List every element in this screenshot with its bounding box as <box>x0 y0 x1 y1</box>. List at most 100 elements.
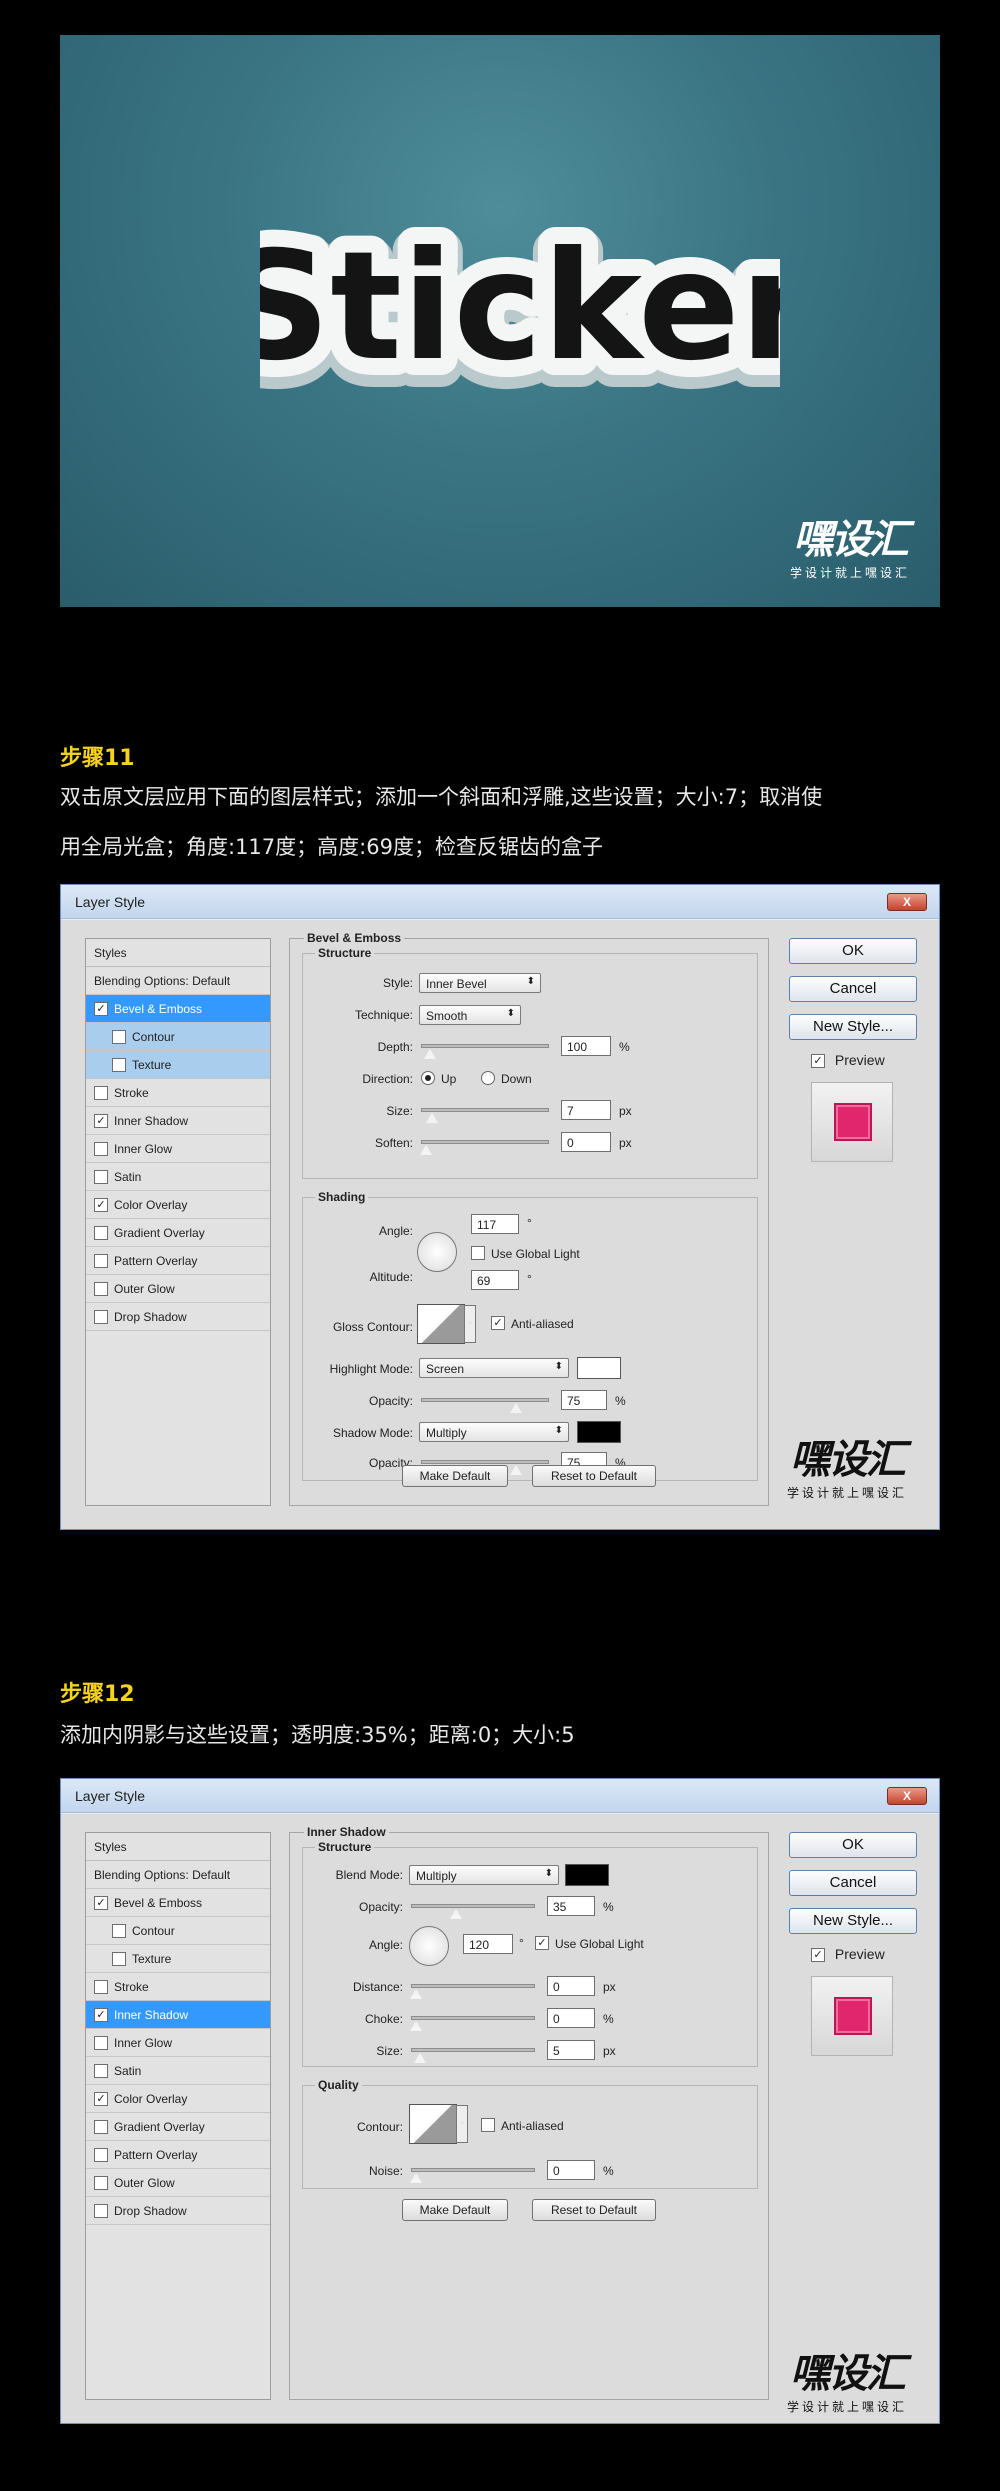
style-item-inner-shadow[interactable]: ✓ Inner Shadow <box>86 2001 270 2029</box>
blend-mode-select[interactable]: Multiply ⬍ <box>409 1865 559 1885</box>
checkbox-icon[interactable] <box>94 1309 108 1324</box>
highlight-opacity-slider[interactable] <box>421 1398 549 1414</box>
technique-select[interactable]: Smooth ⬍ <box>419 1005 521 1025</box>
style-item-gradient-overlay[interactable]: Gradient Overlay <box>86 2113 270 2141</box>
checkbox-icon[interactable]: ✓ <box>94 2007 108 2022</box>
angle-input[interactable]: 120 <box>463 1934 513 1954</box>
style-item-inner-shadow[interactable]: ✓ Inner Shadow <box>86 1107 270 1135</box>
checkbox-icon[interactable] <box>94 1225 108 1240</box>
use-global-light-checkbox[interactable] <box>471 1246 485 1260</box>
style-item-bevel[interactable]: ✓ Bevel & Emboss <box>86 1889 270 1917</box>
checkbox-icon[interactable] <box>94 2063 108 2078</box>
checkbox-icon[interactable]: ✓ <box>94 1001 108 1016</box>
angle-dial[interactable] <box>417 1232 457 1272</box>
style-item-color-overlay[interactable]: ✓ Color Overlay <box>86 2085 270 2113</box>
noise-input[interactable]: 0 <box>547 2160 595 2180</box>
style-item-contour[interactable]: Contour <box>86 1023 270 1051</box>
checkbox-icon[interactable] <box>94 1253 108 1268</box>
ok-button[interactable]: OK <box>789 938 917 964</box>
cancel-button[interactable]: Cancel <box>789 976 917 1002</box>
checkbox-icon[interactable]: ✓ <box>94 2091 108 2106</box>
checkbox-icon[interactable] <box>94 1085 108 1100</box>
checkbox-icon[interactable] <box>94 2035 108 2050</box>
depth-input[interactable]: 100 <box>561 1036 611 1056</box>
style-item-texture[interactable]: Texture <box>86 1051 270 1079</box>
style-item-drop-shadow[interactable]: Drop Shadow <box>86 2197 270 2225</box>
anti-aliased-checkbox[interactable] <box>481 2118 495 2132</box>
style-item-color-overlay[interactable]: ✓ Color Overlay <box>86 1191 270 1219</box>
blending-options[interactable]: Blending Options: Default <box>86 1861 270 1889</box>
shadow-color-swatch[interactable] <box>577 1421 621 1443</box>
choke-slider[interactable] <box>409 2016 535 2032</box>
ok-button[interactable]: OK <box>789 1832 917 1858</box>
reset-default-button[interactable]: Reset to Default <box>532 2199 656 2221</box>
chevron-down-icon[interactable]: ▾ <box>456 2105 468 2143</box>
direction-up-radio[interactable] <box>421 1071 435 1085</box>
preview-toggle[interactable]: ✓ Preview <box>811 1946 885 1963</box>
slider-thumb[interactable] <box>509 1464 523 1476</box>
slider-thumb[interactable] <box>409 2020 423 2032</box>
close-button[interactable]: X <box>887 1787 927 1805</box>
checkbox-icon[interactable] <box>94 2147 108 2162</box>
checkbox-icon[interactable]: ✓ <box>94 1895 108 1910</box>
choke-input[interactable]: 0 <box>547 2008 595 2028</box>
size-input[interactable]: 7 <box>561 1100 611 1120</box>
highlight-color-swatch[interactable] <box>577 1357 621 1379</box>
checkbox-icon[interactable]: ✓ <box>94 1197 108 1212</box>
use-global-light-checkbox[interactable]: ✓ <box>535 1936 549 1950</box>
slider-thumb[interactable] <box>509 1402 523 1414</box>
checkbox-icon[interactable]: ✓ <box>811 1948 825 1963</box>
checkbox-icon[interactable] <box>112 1951 126 1966</box>
checkbox-icon[interactable] <box>112 1029 126 1044</box>
chevron-down-icon[interactable]: ▾ <box>464 1305 476 1343</box>
checkbox-icon[interactable] <box>94 1169 108 1184</box>
style-item-inner-glow[interactable]: Inner Glow <box>86 2029 270 2057</box>
direction-down-radio[interactable] <box>481 1071 495 1085</box>
preview-toggle[interactable]: ✓ Preview <box>811 1052 885 1069</box>
styles-header[interactable]: Styles <box>86 939 270 967</box>
anti-aliased-checkbox[interactable]: ✓ <box>491 1316 505 1330</box>
slider-thumb[interactable] <box>419 1144 433 1156</box>
new-style-button[interactable]: New Style... <box>789 1014 917 1040</box>
altitude-input[interactable]: 69 <box>471 1270 519 1290</box>
style-item-inner-glow[interactable]: Inner Glow <box>86 1135 270 1163</box>
cancel-button[interactable]: Cancel <box>789 1870 917 1896</box>
checkbox-icon[interactable]: ✓ <box>811 1054 825 1069</box>
size-slider[interactable] <box>421 1108 549 1124</box>
soften-slider[interactable] <box>419 1140 549 1156</box>
highlight-mode-select[interactable]: Screen ⬍ <box>419 1358 569 1378</box>
slider-thumb[interactable] <box>425 1112 439 1124</box>
make-default-button[interactable]: Make Default <box>402 2199 508 2221</box>
angle-input[interactable]: 117 <box>471 1214 519 1234</box>
make-default-button[interactable]: Make Default <box>402 1465 508 1487</box>
slider-thumb[interactable] <box>449 1908 463 1920</box>
styles-header[interactable]: Styles <box>86 1833 270 1861</box>
slider-thumb[interactable] <box>413 2052 427 2064</box>
style-item-outer-glow[interactable]: Outer Glow <box>86 1275 270 1303</box>
style-item-pattern-overlay[interactable]: Pattern Overlay <box>86 1247 270 1275</box>
soften-input[interactable]: 0 <box>561 1132 611 1152</box>
style-item-stroke[interactable]: Stroke <box>86 1079 270 1107</box>
checkbox-icon[interactable] <box>112 1057 126 1072</box>
slider-thumb[interactable] <box>409 2172 423 2184</box>
depth-slider[interactable] <box>421 1044 549 1060</box>
opacity-slider[interactable] <box>411 1904 535 1920</box>
opacity-input[interactable]: 35 <box>547 1896 595 1916</box>
shadow-color-swatch[interactable] <box>565 1864 609 1886</box>
checkbox-icon[interactable] <box>94 1979 108 1994</box>
style-item-satin[interactable]: Satin <box>86 2057 270 2085</box>
size-slider[interactable] <box>411 2048 535 2064</box>
new-style-button[interactable]: New Style... <box>789 1908 917 1934</box>
checkbox-icon[interactable] <box>94 2119 108 2134</box>
slider-thumb[interactable] <box>423 1048 437 1060</box>
noise-slider[interactable] <box>409 2168 535 2184</box>
style-select[interactable]: Inner Bevel ⬍ <box>419 973 541 993</box>
checkbox-icon[interactable]: ✓ <box>94 1113 108 1128</box>
gloss-contour-picker[interactable]: ▾ <box>417 1304 476 1344</box>
shadow-opacity-slider[interactable] <box>421 1460 549 1476</box>
checkbox-icon[interactable] <box>94 1141 108 1156</box>
style-item-drop-shadow[interactable]: Drop Shadow <box>86 1303 270 1331</box>
size-input[interactable]: 5 <box>547 2040 595 2060</box>
style-item-texture[interactable]: Texture <box>86 1945 270 1973</box>
distance-input[interactable]: 0 <box>547 1976 595 1996</box>
